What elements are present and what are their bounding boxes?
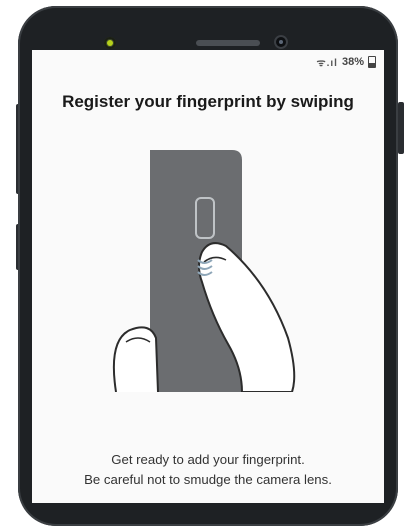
- proximity-sensor-icon: [104, 37, 116, 49]
- page-title: Register your fingerprint by swiping: [62, 92, 354, 111]
- thumb-outline: [112, 326, 159, 392]
- front-camera-icon: [274, 35, 288, 49]
- status-bar: ᯤ.ıl 38%: [316, 54, 376, 70]
- wifi-signal-icon: ᯤ.ıl: [316, 58, 338, 69]
- battery-percent: 38%: [341, 56, 364, 68]
- instruction-line-1: Get ready to add your fingerprint.: [111, 452, 305, 467]
- screen: ᯤ.ıl 38% Register your fingerprint by sw…: [32, 50, 384, 503]
- earpiece-speaker: [196, 40, 260, 46]
- battery-icon: [368, 56, 376, 68]
- fingerprint-swipe-illustration: [112, 150, 296, 392]
- instruction-text: Get ready to add your fingerprint. Be ca…: [32, 450, 384, 490]
- power-button: [398, 102, 404, 154]
- instruction-line-2: Be careful not to smudge the camera lens…: [84, 472, 332, 487]
